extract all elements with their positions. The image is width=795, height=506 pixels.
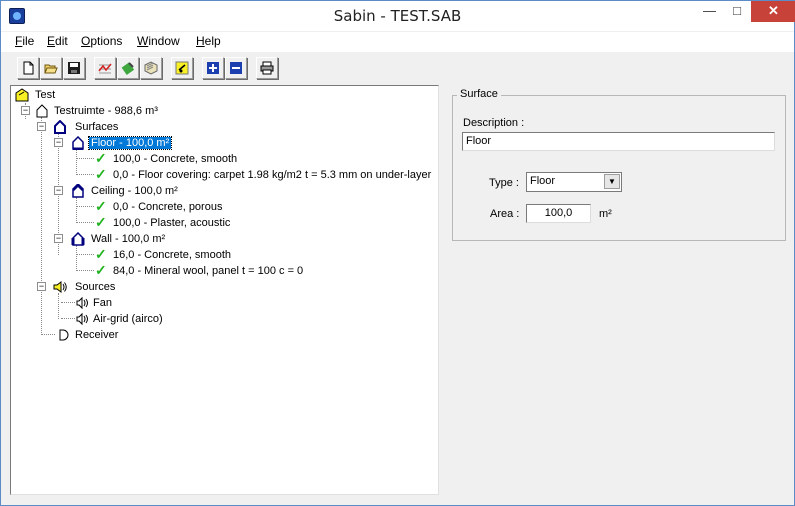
tree-node-receiver[interactable]: Receiver [55, 327, 120, 343]
collapse-wall-toggle[interactable]: − [54, 234, 63, 243]
wizard-icon [175, 61, 189, 75]
surfaces-icon [54, 120, 66, 134]
sound-source-icon [76, 296, 88, 310]
new-icon [23, 61, 34, 75]
type-select[interactable]: Floor ▼ [526, 172, 622, 192]
tree-node-wall-material-1[interactable]: ✓ 16,0 - Concrete, smooth [95, 246, 233, 263]
wall-surface-icon [71, 232, 85, 246]
print-icon [260, 61, 274, 75]
minimize-button[interactable]: — [696, 1, 723, 22]
tree-node-room[interactable]: Testruimte - 988,6 m³ [35, 103, 160, 119]
chevron-down-icon[interactable]: ▼ [604, 174, 620, 189]
collapse-sources-toggle[interactable]: − [37, 282, 46, 291]
type-label: Type : [489, 177, 519, 189]
remove-button[interactable] [225, 57, 247, 79]
project-tree[interactable]: Test − Testruimte - 988,6 m³ − Surfaces … [10, 85, 439, 495]
check-icon: ✓ [95, 150, 107, 166]
collapse-ceiling-toggle[interactable]: − [54, 186, 63, 195]
ceiling-surface-icon [71, 184, 85, 198]
description-field[interactable]: Floor [462, 132, 775, 151]
print-button[interactable] [256, 57, 278, 79]
title-bar[interactable]: Sabin - TEST.SAB — □ ✕ [1, 1, 795, 31]
tree-node-wall[interactable]: Wall - 100,0 m² [71, 231, 167, 247]
add-button[interactable] [202, 57, 224, 79]
area-unit: m² [599, 208, 612, 220]
window-title: Sabin - TEST.SAB [333, 7, 462, 25]
floor-surface-icon [72, 136, 84, 150]
tree-node-floor[interactable]: Floor - 100,0 m² [71, 135, 173, 151]
menu-file[interactable]: File [15, 34, 34, 48]
check-icon: ✓ [95, 198, 107, 214]
graph-icon [98, 63, 112, 74]
new-button[interactable] [17, 57, 39, 79]
area-label: Area : [490, 208, 520, 220]
tree-node-wall-material-2[interactable]: ✓ 84,0 - Mineral wool, panel t = 100 c =… [95, 262, 305, 279]
tree-node-sources[interactable]: Sources [53, 279, 117, 295]
check-icon: ✓ [95, 246, 107, 262]
check-icon: ✓ [95, 262, 107, 278]
menu-bar: File Edit Options Window Help [1, 32, 794, 52]
receiver-icon [59, 329, 69, 341]
check-icon: ✓ [95, 214, 107, 230]
wizard-button[interactable] [171, 57, 193, 79]
menu-window[interactable]: Window [137, 34, 180, 48]
menu-edit[interactable]: Edit [47, 34, 68, 48]
tree-node-project[interactable]: Test [15, 87, 57, 103]
edit-material-button[interactable] [117, 57, 139, 79]
material-library-icon [144, 61, 158, 75]
collapse-floor-toggle[interactable]: − [54, 138, 63, 147]
tree-node-source-air-grid[interactable]: Air-grid (airco) [75, 311, 165, 327]
tree-node-floor-material-1[interactable]: ✓ 100,0 - Concrete, smooth [95, 150, 239, 167]
material-library-button[interactable] [140, 57, 162, 79]
tree-node-ceiling[interactable]: Ceiling - 100,0 m² [71, 183, 180, 199]
tree-node-ceiling-material-2[interactable]: ✓ 100,0 - Plaster, acoustic [95, 214, 232, 231]
maximize-button[interactable]: □ [724, 1, 750, 22]
toolbar [1, 54, 794, 82]
menu-help[interactable]: Help [196, 34, 221, 48]
tree-node-ceiling-material-1[interactable]: ✓ 0,0 - Concrete, porous [95, 198, 224, 215]
check-icon: ✓ [95, 166, 107, 182]
open-icon [44, 64, 58, 74]
menu-options[interactable]: Options [81, 34, 122, 48]
description-label: Description : [463, 117, 525, 129]
remove-icon [230, 62, 242, 74]
sound-source-icon [76, 312, 88, 326]
graph-button[interactable] [94, 57, 116, 79]
close-button[interactable]: ✕ [751, 1, 795, 22]
save-icon [68, 62, 80, 74]
surface-group-title: Surface [457, 88, 501, 100]
area-field[interactable]: 100,0 [526, 204, 591, 223]
add-icon [207, 62, 219, 74]
edit-material-icon [121, 62, 135, 75]
tree-node-surfaces[interactable]: Surfaces [53, 119, 120, 135]
tree-node-floor-material-2[interactable]: ✓ 0,0 - Floor covering: carpet 1.98 kg/m… [95, 166, 433, 183]
open-button[interactable] [40, 57, 62, 79]
room-icon [36, 104, 48, 118]
collapse-room-toggle[interactable]: − [21, 106, 30, 115]
app-window: Sabin - TEST.SAB — □ ✕ File Edit Options… [0, 0, 795, 506]
project-icon [15, 88, 29, 102]
tree-node-source-fan[interactable]: Fan [75, 295, 114, 311]
collapse-surfaces-toggle[interactable]: − [37, 122, 46, 131]
save-button[interactable] [63, 57, 85, 79]
speaker-icon [53, 281, 67, 293]
